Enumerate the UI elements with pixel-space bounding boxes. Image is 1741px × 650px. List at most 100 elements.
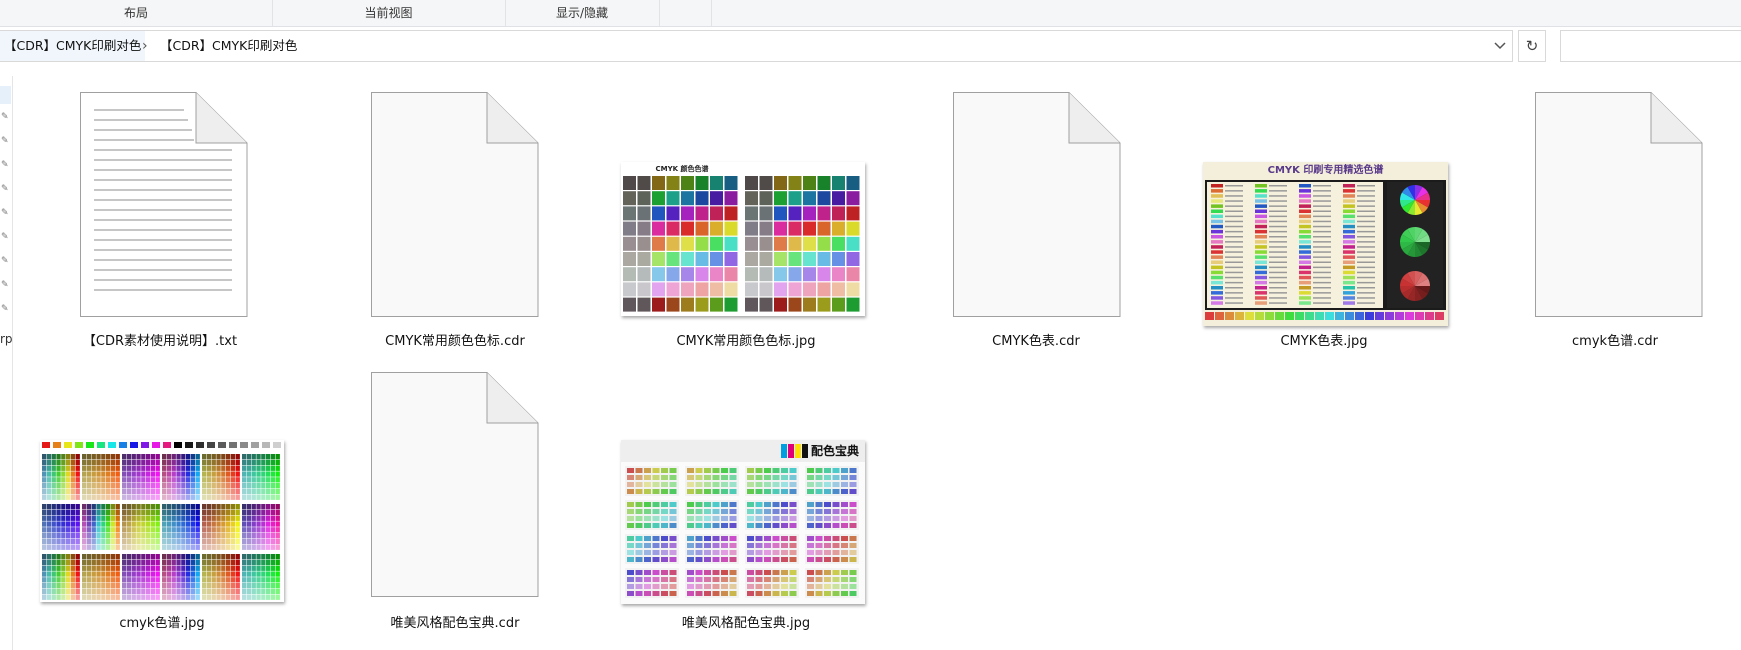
file-thumbnail[interactable] xyxy=(80,92,330,322)
file-item[interactable]: 配色宝典 唯美风格配色宝典.jpg xyxy=(621,372,871,632)
color-swatch xyxy=(681,221,694,236)
color-swatch xyxy=(166,504,172,510)
file-item[interactable]: 【CDR素材使用说明】.txt xyxy=(80,92,330,352)
color-swatch xyxy=(186,544,191,550)
nav-item-fragment[interactable]: rp xyxy=(0,332,13,346)
color-swatch xyxy=(131,494,136,500)
file-thumbnail[interactable] xyxy=(1535,92,1741,322)
color-swatch xyxy=(82,533,87,539)
color-swatch xyxy=(242,533,247,539)
file-thumbnail[interactable]: CMYK 印刷专用精选色谱 xyxy=(1203,92,1453,326)
file-thumbnail[interactable] xyxy=(371,92,621,322)
refresh-button[interactable]: ↻ xyxy=(1518,30,1546,62)
file-name[interactable]: CMYK色表.cdr xyxy=(911,330,1161,349)
search-input[interactable] xyxy=(1560,30,1741,62)
color-swatch xyxy=(110,559,116,566)
color-swatch xyxy=(266,527,271,533)
color-swatch xyxy=(256,554,261,560)
color-swatch xyxy=(781,502,788,507)
breadcrumb-separator-icon[interactable]: › xyxy=(142,31,148,61)
color-swatch xyxy=(96,504,101,510)
file-item[interactable]: CMYK色表.cdr xyxy=(953,92,1203,352)
file-thumbnail[interactable]: 配色宝典 xyxy=(621,372,871,604)
color-swatch xyxy=(1313,220,1331,223)
color-swatch xyxy=(1211,204,1223,208)
file-item[interactable]: CMYK 印刷专用精选色谱 CMYK色表.jpg xyxy=(1203,92,1453,352)
color-swatch xyxy=(136,554,141,560)
color-swatch xyxy=(1313,256,1331,258)
color-swatch xyxy=(216,538,221,545)
file-item[interactable]: CMYK 颜色色谱 CMYK常用颜色色标.jpg xyxy=(621,92,871,352)
file-name[interactable]: cmyk色谱.jpg xyxy=(37,612,287,631)
nav-selected-item[interactable] xyxy=(0,86,11,104)
color-swatch xyxy=(755,570,763,575)
color-swatch xyxy=(1269,266,1287,269)
color-swatch xyxy=(150,465,156,471)
file-name[interactable]: 唯美风格配色宝典.jpg xyxy=(621,612,871,631)
color-swatch xyxy=(131,515,136,521)
color-swatch xyxy=(729,536,737,541)
color-swatch xyxy=(82,459,87,466)
color-swatch xyxy=(1325,312,1334,320)
file-name[interactable]: 【CDR素材使用说明】.txt xyxy=(35,330,285,349)
color-swatch xyxy=(126,454,132,460)
color-swatch xyxy=(75,488,80,495)
file-item[interactable]: cmyk色谱.jpg xyxy=(40,372,290,632)
color-swatch xyxy=(1225,220,1243,223)
color-swatch xyxy=(96,465,101,471)
color-swatch xyxy=(70,509,76,516)
color-swatch xyxy=(1269,210,1287,212)
color-swatch xyxy=(832,282,845,297)
color-swatch xyxy=(644,489,651,494)
color-swatch xyxy=(803,191,816,206)
color-swatch xyxy=(695,252,709,266)
file-item[interactable]: cmyk色谱.cdr xyxy=(1535,92,1741,352)
color-swatch xyxy=(1225,261,1243,263)
color-swatch xyxy=(832,475,840,480)
file-thumbnail[interactable] xyxy=(953,92,1203,322)
file-thumbnail[interactable] xyxy=(40,372,290,602)
color-swatch xyxy=(275,554,280,560)
color-swatch xyxy=(66,459,71,466)
file-name[interactable]: 唯美风格配色宝典.cdr xyxy=(330,612,580,631)
file-item[interactable]: CMYK常用颜色色标.cdr xyxy=(371,92,621,352)
address-bar[interactable]: 【CDR】CMYK印刷对色 › 【CDR】CMYK印刷对色 xyxy=(0,30,1513,62)
file-name[interactable]: CMYK常用颜色色标.jpg xyxy=(621,330,871,349)
file-thumbnail[interactable] xyxy=(371,372,621,602)
file-name[interactable]: CMYK色表.jpg xyxy=(1199,330,1449,349)
color-swatch xyxy=(186,477,191,483)
color-swatch xyxy=(86,465,92,471)
color-swatch xyxy=(230,577,236,583)
color-swatch xyxy=(146,583,151,589)
file-thumbnail[interactable]: CMYK 颜色色谱 xyxy=(621,92,871,322)
breadcrumb-item-current[interactable]: 【CDR】CMYK印刷对色 xyxy=(160,31,297,61)
color-swatch xyxy=(195,459,200,466)
color-swatch xyxy=(166,554,172,560)
color-swatch xyxy=(226,544,231,550)
color-swatch xyxy=(82,565,87,571)
color-swatch xyxy=(755,557,763,562)
file-name[interactable]: cmyk色谱.cdr xyxy=(1490,330,1740,349)
color-swatch xyxy=(150,538,156,545)
color-swatch xyxy=(1225,256,1243,258)
color-swatch xyxy=(246,477,252,483)
color-swatch xyxy=(206,509,212,516)
navigation-pane[interactable]: ✎ ✎ ✎ ✎ ✎ ✎ ✎ ✎ ✎ rp xyxy=(0,76,13,650)
breadcrumb-item-parent[interactable]: 【CDR】CMYK印刷对色 xyxy=(0,31,146,61)
color-swatch xyxy=(789,543,797,548)
file-item[interactable]: 唯美风格配色宝典.cdr xyxy=(371,372,621,632)
color-swatch xyxy=(803,297,816,312)
color-swatch xyxy=(235,533,240,539)
color-swatch xyxy=(1299,214,1311,219)
color-swatch xyxy=(181,559,186,566)
color-swatch xyxy=(772,509,780,514)
file-name[interactable]: CMYK常用颜色色标.cdr xyxy=(330,330,580,349)
address-row: 【CDR】CMYK印刷对色 › 【CDR】CMYK印刷对色 ↻ xyxy=(0,30,1741,64)
color-swatch xyxy=(66,594,71,600)
color-swatch xyxy=(261,571,266,577)
color-swatch xyxy=(75,465,80,471)
color-swatch xyxy=(1313,297,1331,299)
color-swatch xyxy=(75,515,80,521)
color-swatch xyxy=(51,594,56,600)
address-dropdown-button[interactable] xyxy=(1488,31,1512,61)
